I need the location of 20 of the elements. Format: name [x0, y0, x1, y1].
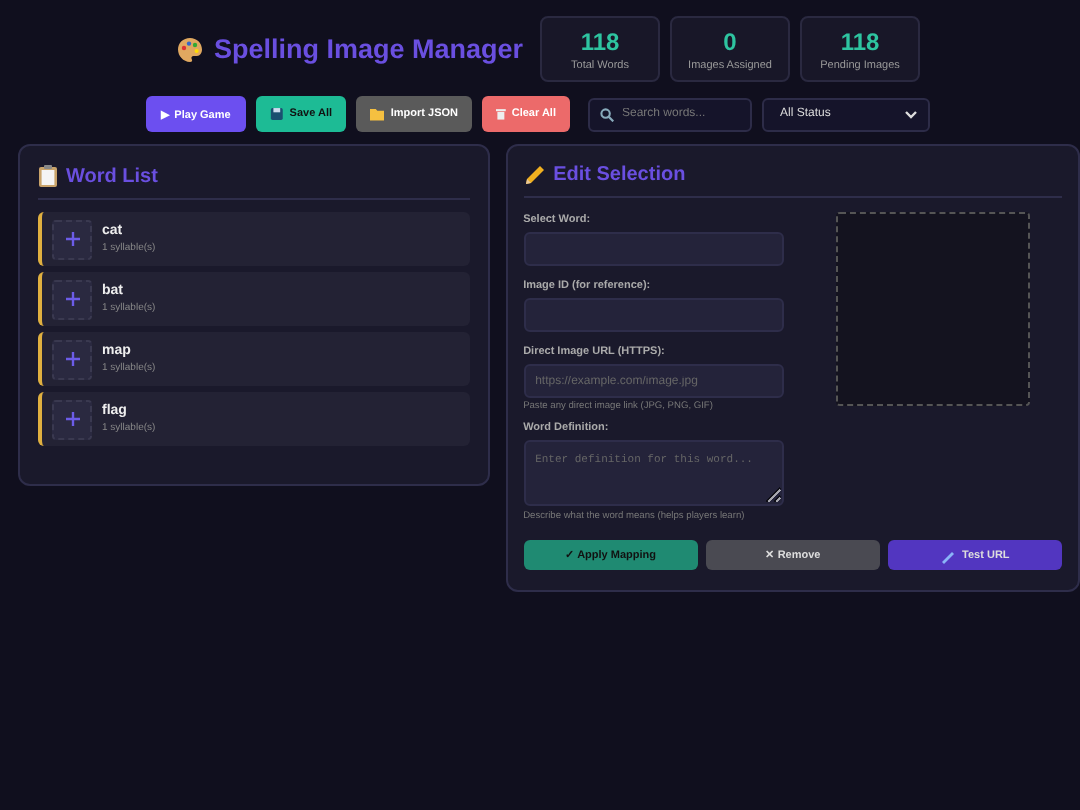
add-image-icon — [52, 219, 92, 259]
pencil-icon — [523, 164, 546, 186]
add-image-icon — [52, 399, 92, 439]
palette-icon — [176, 35, 204, 63]
stat-value: 118 — [840, 27, 880, 55]
clipboard-icon — [38, 164, 58, 188]
chevron-down-icon — [904, 109, 918, 119]
stat-value: 0 — [723, 27, 737, 55]
stat-value: 118 — [580, 27, 620, 55]
app-title: Spelling Image Manager — [214, 34, 524, 64]
trash-icon — [496, 106, 506, 122]
panel-title: Edit Selection — [553, 164, 686, 186]
add-image-icon — [52, 279, 92, 319]
pencil-icon — [940, 547, 957, 563]
folder-icon — [370, 106, 385, 122]
add-image-icon — [52, 339, 92, 379]
input-field[interactable] — [523, 298, 784, 332]
input-field[interactable] — [523, 232, 784, 266]
search-icon — [600, 107, 614, 121]
panel-title: Word List — [66, 165, 158, 187]
